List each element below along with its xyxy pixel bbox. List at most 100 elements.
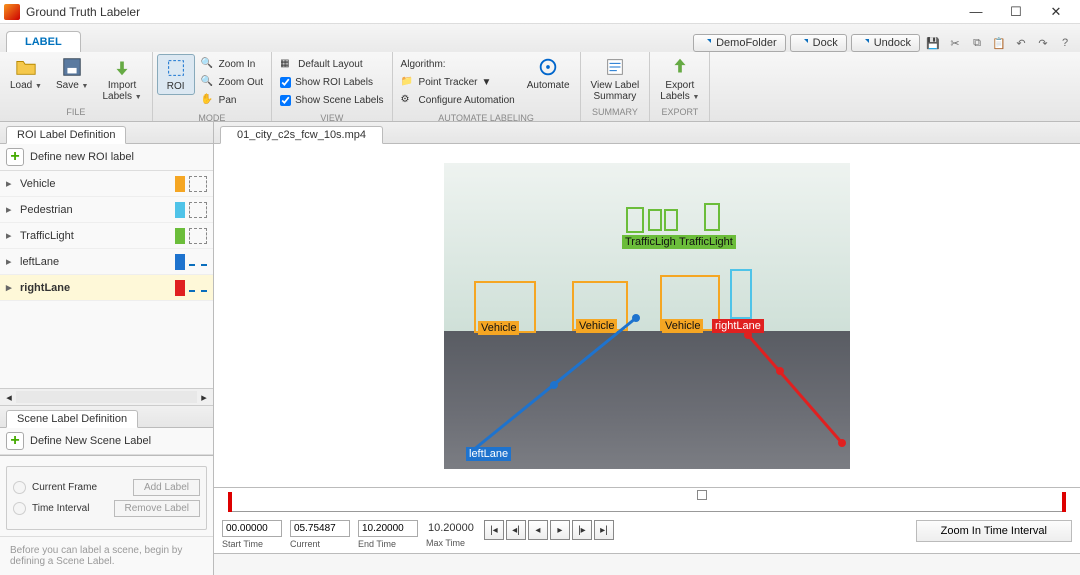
quick-undo-icon[interactable]: ↶ bbox=[1012, 34, 1030, 52]
define-scene-label: Define New Scene Label bbox=[30, 435, 151, 447]
undock-button[interactable]: Undock bbox=[851, 34, 920, 52]
status-bar bbox=[214, 553, 1080, 575]
tab-label[interactable]: LABEL bbox=[6, 31, 81, 52]
save-button[interactable]: Save ▼ bbox=[50, 54, 95, 94]
play-back-button[interactable]: ◂ bbox=[528, 520, 548, 540]
close-button[interactable]: ✕ bbox=[1036, 1, 1076, 23]
max-time-value: 10.20000 bbox=[426, 520, 476, 536]
color-swatch bbox=[175, 228, 185, 244]
video-canvas[interactable]: TrafficLight TrafficLight Vehicle Vehicl… bbox=[214, 144, 1080, 487]
gear-icon: ⚙ bbox=[401, 94, 415, 108]
roi-item-vehicle[interactable]: ▸ Vehicle bbox=[0, 171, 213, 197]
video-area: 01_city_c2s_fcw_10s.mp4 TrafficLight Tra… bbox=[214, 122, 1080, 575]
caret-icon: ▸ bbox=[6, 177, 16, 190]
play-fwd-button[interactable]: ▸ bbox=[550, 520, 570, 540]
step-fwd-button[interactable]: |▸ bbox=[572, 520, 592, 540]
shape-icon bbox=[189, 228, 207, 244]
plus-icon: + bbox=[6, 148, 24, 166]
quick-cut-icon[interactable]: ✂ bbox=[946, 34, 964, 52]
zoom-time-interval-button[interactable]: Zoom In Time Interval bbox=[916, 520, 1072, 542]
import-labels-button[interactable]: Import Labels ▼ bbox=[96, 54, 147, 105]
roi-item-leftlane[interactable]: ▸ leftLane bbox=[0, 249, 213, 275]
algorithm-label: Algorithm: bbox=[401, 56, 515, 73]
zoom-out-button[interactable]: 🔍Zoom Out bbox=[201, 74, 263, 91]
roi-hscroll[interactable]: ◂ ▸ bbox=[0, 388, 213, 406]
left-panel: ROI Label Definition + Define new ROI la… bbox=[0, 122, 214, 575]
add-label-button[interactable]: Add Label bbox=[133, 479, 200, 496]
start-time-input[interactable] bbox=[222, 520, 282, 537]
color-swatch bbox=[175, 280, 185, 296]
go-start-button[interactable]: |◂ bbox=[484, 520, 504, 540]
current-frame-radio[interactable] bbox=[13, 481, 26, 494]
roi-item-label: Vehicle bbox=[20, 178, 171, 190]
quick-paste-icon[interactable]: 📋 bbox=[990, 34, 1008, 52]
roi-item-trafficlight[interactable]: ▸ TrafficLight bbox=[0, 223, 213, 249]
roi-item-label: Pedestrian bbox=[20, 204, 171, 216]
maximize-button[interactable]: ☐ bbox=[996, 1, 1036, 23]
roi-button[interactable]: ROI bbox=[157, 54, 195, 95]
roi-item-label: rightLane bbox=[20, 282, 171, 294]
quick-copy-icon[interactable]: ⧉ bbox=[968, 34, 986, 52]
define-roi-button[interactable]: + Define new ROI label bbox=[0, 144, 213, 171]
dock-button[interactable]: Dock bbox=[790, 34, 847, 52]
view-summary-button[interactable]: View Label Summary bbox=[585, 54, 646, 104]
go-end-button[interactable]: ▸| bbox=[594, 520, 614, 540]
group-export: Export Labels ▼ EXPORT bbox=[650, 52, 710, 121]
timeline-track[interactable] bbox=[228, 494, 1066, 512]
window-title: Ground Truth Labeler bbox=[26, 5, 956, 19]
color-swatch bbox=[175, 254, 185, 270]
save-icon bbox=[61, 56, 83, 78]
scene-panel-tab[interactable]: Scene Label Definition bbox=[6, 410, 138, 428]
folder-icon: 📁 bbox=[401, 76, 415, 90]
define-scene-button[interactable]: + Define New Scene Label bbox=[0, 428, 213, 455]
export-button[interactable]: Export Labels ▼ bbox=[654, 54, 705, 105]
caret-icon: ▸ bbox=[6, 229, 16, 242]
group-export-label: EXPORT bbox=[650, 107, 709, 121]
show-scene-checkbox[interactable]: Show Scene Labels bbox=[280, 92, 383, 109]
algorithm-picker[interactable]: 📁Point Tracker ▼ bbox=[401, 74, 515, 91]
help-icon[interactable]: ? bbox=[1056, 34, 1074, 52]
caret-icon: ▸ bbox=[6, 203, 16, 216]
layout-icon: ▦ bbox=[280, 58, 294, 72]
time-interval-radio[interactable] bbox=[13, 502, 26, 515]
shape-icon bbox=[189, 202, 207, 218]
timeline-scrubber[interactable] bbox=[697, 490, 707, 500]
title-bar: Ground Truth Labeler — ☐ ✕ bbox=[0, 0, 1080, 24]
toolstrip: Load ▼ Save ▼ Import Labels ▼ FILE ROI 🔍… bbox=[0, 52, 1080, 122]
automate-icon bbox=[537, 56, 559, 78]
undock-icon bbox=[860, 38, 870, 48]
scroll-left-icon[interactable]: ◂ bbox=[2, 391, 16, 404]
automate-button[interactable]: Automate bbox=[521, 54, 576, 93]
annotation-rightlane[interactable] bbox=[748, 335, 842, 443]
timeline-start-marker[interactable] bbox=[228, 492, 232, 512]
minimize-button[interactable]: — bbox=[956, 1, 996, 23]
roi-panel-tab[interactable]: ROI Label Definition bbox=[6, 126, 126, 144]
playback-controls: |◂ ◂| ◂ ▸ |▸ ▸| bbox=[484, 520, 614, 540]
scroll-right-icon[interactable]: ▸ bbox=[197, 391, 211, 404]
remove-label-button[interactable]: Remove Label bbox=[114, 500, 200, 517]
caret-icon: ▸ bbox=[6, 255, 16, 268]
timeline-end-marker[interactable] bbox=[1062, 492, 1066, 512]
import-icon bbox=[111, 56, 133, 78]
demo-folder-button[interactable]: DemoFolder bbox=[693, 34, 786, 52]
load-button[interactable]: Load ▼ bbox=[4, 54, 48, 94]
show-roi-checkbox[interactable]: Show ROI Labels bbox=[280, 74, 383, 91]
video-tab[interactable]: 01_city_c2s_fcw_10s.mp4 bbox=[220, 126, 383, 144]
shape-icon bbox=[189, 176, 207, 192]
end-time-input[interactable] bbox=[358, 520, 418, 537]
roi-item-pedestrian[interactable]: ▸ Pedestrian bbox=[0, 197, 213, 223]
pan-button[interactable]: ✋Pan bbox=[201, 92, 263, 109]
group-view: ▦Default Layout Show ROI Labels Show Sce… bbox=[272, 52, 392, 121]
roi-list: ▸ Vehicle ▸ Pedestrian ▸ TrafficLight ▸ … bbox=[0, 171, 213, 388]
default-layout-button[interactable]: ▦Default Layout bbox=[280, 56, 383, 73]
current-time-input[interactable] bbox=[290, 520, 350, 537]
roi-item-rightlane[interactable]: ▸ rightLane bbox=[0, 275, 213, 301]
zoom-in-button[interactable]: 🔍Zoom In bbox=[201, 56, 263, 73]
group-mode: ROI 🔍Zoom In 🔍Zoom Out ✋Pan MODE bbox=[153, 52, 272, 121]
quick-redo-icon[interactable]: ↷ bbox=[1034, 34, 1052, 52]
configure-automation-button[interactable]: ⚙Configure Automation bbox=[401, 92, 515, 109]
demo-folder-label: DemoFolder bbox=[716, 37, 777, 49]
quick-save-icon[interactable]: 💾 bbox=[924, 34, 942, 52]
step-back-button[interactable]: ◂| bbox=[506, 520, 526, 540]
group-summary: View Label Summary SUMMARY bbox=[581, 52, 651, 121]
